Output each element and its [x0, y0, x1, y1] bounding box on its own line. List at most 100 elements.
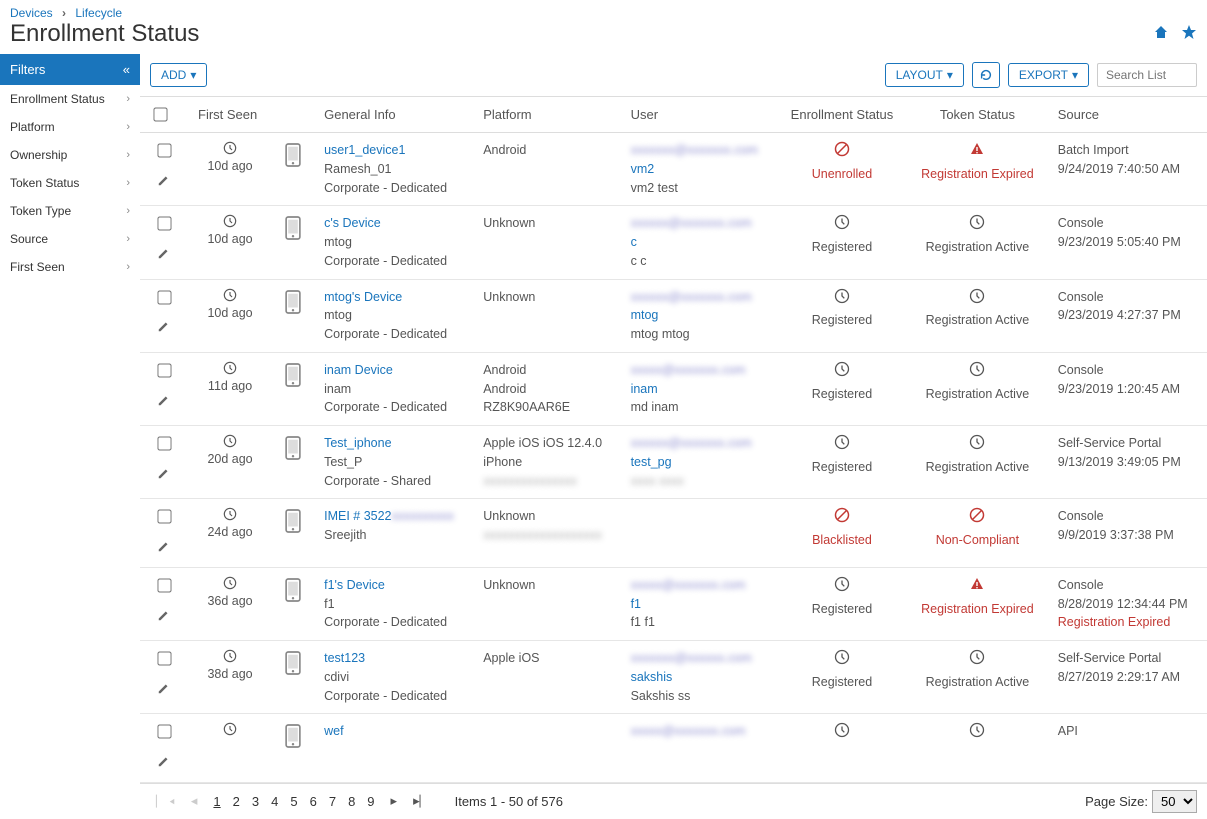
col-source[interactable]: Source [1048, 97, 1207, 133]
row-checkbox[interactable] [157, 578, 171, 592]
breadcrumb: Devices › Lifecycle [0, 0, 1207, 20]
row-checkbox[interactable] [157, 436, 171, 450]
device-name-link[interactable]: inam Device [324, 363, 393, 377]
edit-row[interactable] [150, 681, 178, 701]
device-owner: mtog [324, 308, 352, 322]
col-general-info[interactable]: General Info [314, 97, 473, 133]
enrollment-status-icon [834, 219, 850, 233]
page-last[interactable]: ▸⎸ [407, 791, 439, 811]
enrollment-status-text: Registered [787, 311, 897, 330]
phone-icon [282, 593, 304, 607]
filter-item-label: Token Type [10, 204, 71, 218]
filter-item[interactable]: Enrollment Status› [0, 85, 140, 113]
page-number[interactable]: 7 [323, 792, 342, 811]
row-checkbox[interactable] [157, 651, 171, 665]
filter-item[interactable]: First Seen› [0, 253, 140, 281]
page-number[interactable]: 5 [284, 792, 303, 811]
col-platform[interactable]: Platform [473, 97, 620, 133]
col-token-status[interactable]: Token Status [907, 97, 1048, 133]
token-status-icon [969, 439, 985, 453]
page-number[interactable]: 8 [342, 792, 361, 811]
edit-row[interactable] [150, 539, 178, 559]
star-icon[interactable] [1181, 27, 1197, 44]
page-first[interactable]: ⎸◂ [150, 791, 181, 811]
add-button[interactable]: ADD ▾ [150, 63, 207, 87]
device-name-link[interactable]: Test_iphone [324, 436, 391, 450]
row-checkbox[interactable] [157, 510, 171, 524]
token-status-icon [969, 512, 985, 526]
breadcrumb-devices[interactable]: Devices [10, 6, 53, 20]
row-checkbox[interactable] [157, 143, 171, 157]
layout-button[interactable]: LAYOUT ▾ [885, 63, 964, 87]
col-first-seen[interactable]: First Seen [188, 97, 272, 133]
page-number[interactable]: 4 [265, 792, 284, 811]
phone-icon [282, 305, 304, 319]
enrollment-status-icon [834, 439, 850, 453]
page-title: Enrollment Status [10, 20, 1145, 48]
filter-item[interactable]: Ownership› [0, 141, 140, 169]
page-next[interactable]: ▸ [385, 791, 404, 811]
page-number[interactable]: 1 [207, 792, 226, 811]
filters-header[interactable]: Filters « [0, 54, 140, 85]
page-size-select[interactable]: 50 [1152, 790, 1197, 813]
device-name-link[interactable]: user1_device1 [324, 143, 405, 157]
device-ownership: Corporate - Dedicated [324, 327, 447, 341]
add-button-label: ADD [161, 68, 186, 82]
breadcrumb-lifecycle[interactable]: Lifecycle [75, 6, 122, 20]
table-row: 36d agof1's Devicef1Corporate - Dedicate… [140, 567, 1207, 640]
edit-row[interactable] [150, 754, 178, 774]
device-name-link[interactable]: wef [324, 724, 343, 738]
row-checkbox[interactable] [157, 725, 171, 739]
enrollment-status-text: Registered [787, 385, 897, 404]
col-enrollment-status[interactable]: Enrollment Status [777, 97, 907, 133]
table-row: 10d agomtog's DevicemtogCorporate - Dedi… [140, 279, 1207, 352]
refresh-button[interactable] [972, 62, 1000, 88]
page-number[interactable]: 2 [227, 792, 246, 811]
page-number[interactable]: 9 [361, 792, 380, 811]
source-name: API [1058, 724, 1078, 738]
user-link[interactable]: test_pg [631, 455, 672, 469]
home-icon[interactable] [1153, 27, 1169, 44]
device-name-link[interactable]: f1's Device [324, 578, 385, 592]
row-checkbox[interactable] [157, 217, 171, 231]
row-checkbox[interactable] [157, 290, 171, 304]
device-name-link[interactable]: IMEI # 3522 [324, 509, 391, 523]
layout-button-label: LAYOUT [896, 68, 943, 82]
user-link[interactable]: inam [631, 382, 658, 396]
table-scroll[interactable]: First Seen General Info Platform User En… [140, 96, 1207, 784]
edit-row[interactable] [150, 246, 178, 266]
edit-row[interactable] [150, 393, 178, 413]
edit-row[interactable] [150, 466, 178, 486]
col-user[interactable]: User [621, 97, 777, 133]
filter-item[interactable]: Token Type› [0, 197, 140, 225]
page-number[interactable]: 6 [304, 792, 323, 811]
export-button[interactable]: EXPORT ▾ [1008, 63, 1089, 87]
filter-item[interactable]: Source› [0, 225, 140, 253]
filter-item[interactable]: Token Status› [0, 169, 140, 197]
edit-row[interactable] [150, 173, 178, 193]
device-ownership: Corporate - Shared [324, 474, 431, 488]
row-checkbox[interactable] [157, 363, 171, 377]
user-link[interactable]: vm2 [631, 162, 655, 176]
token-status-text: Non-Compliant [917, 531, 1038, 550]
user-link[interactable]: c [631, 235, 637, 249]
device-owner: inam [324, 382, 351, 396]
select-all-checkbox[interactable] [153, 107, 167, 121]
page-prev[interactable]: ◂ [185, 791, 204, 811]
device-name-link[interactable]: mtog's Device [324, 290, 402, 304]
filter-item[interactable]: Platform› [0, 113, 140, 141]
page-number[interactable]: 3 [246, 792, 265, 811]
first-seen-cell [198, 722, 262, 736]
user-link[interactable]: f1 [631, 597, 641, 611]
first-seen-cell: 38d ago [198, 649, 262, 684]
user-link[interactable]: mtog [631, 308, 659, 322]
edit-row[interactable] [150, 608, 178, 628]
device-name-link[interactable]: c's Device [324, 216, 381, 230]
edit-row[interactable] [150, 319, 178, 339]
search-input[interactable] [1097, 63, 1197, 87]
device-name-link[interactable]: test123 [324, 651, 365, 665]
table-row: 24d agoIMEI # 3522xxxxxxxxxxSreejithUnkn… [140, 499, 1207, 568]
user-fullname: md inam [631, 400, 679, 414]
token-status-icon [969, 366, 985, 380]
user-link[interactable]: sakshis [631, 670, 673, 684]
